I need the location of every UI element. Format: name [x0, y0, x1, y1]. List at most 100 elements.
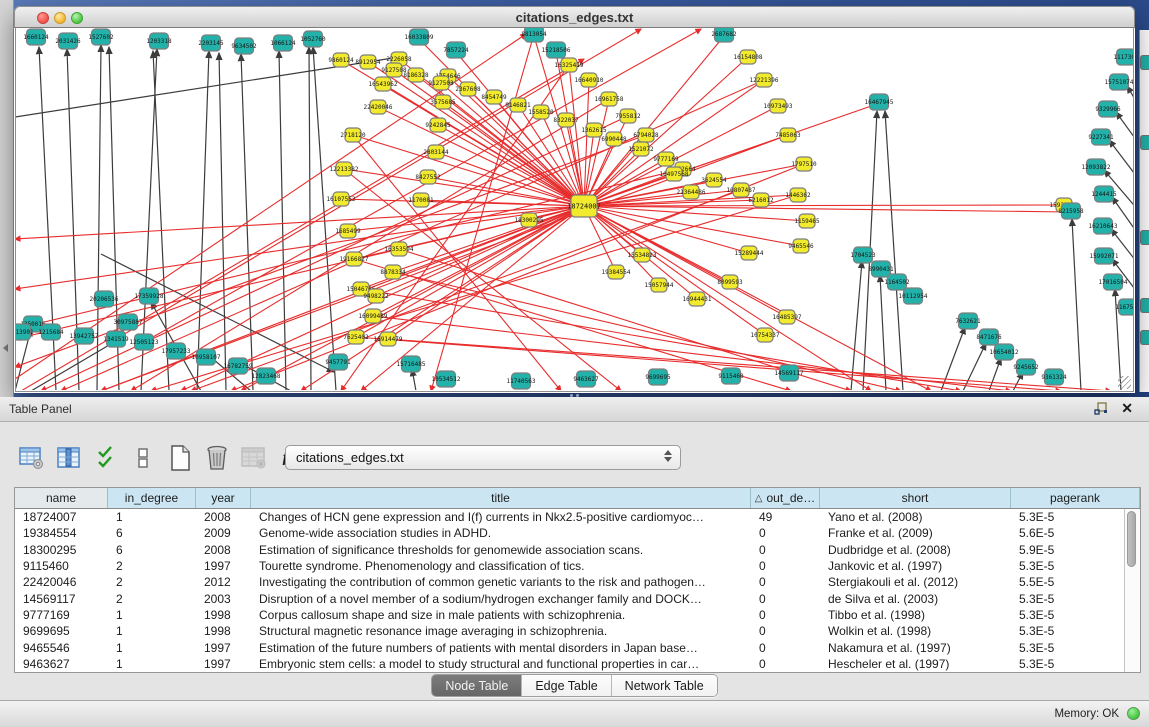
- column-header-name[interactable]: name: [15, 488, 108, 508]
- table-row[interactable]: 977716911998Corpus callosum shape and si…: [15, 607, 1124, 623]
- graph-node[interactable]: 2718120: [340, 128, 366, 142]
- graph-node[interactable]: 9463627: [573, 371, 599, 387]
- delete-rows-icon[interactable]: [203, 443, 231, 473]
- graph-node[interactable]: 9634502: [231, 38, 257, 54]
- graph-node[interactable]: 10754337: [751, 328, 780, 342]
- table-cell[interactable]: 1997: [196, 641, 251, 655]
- table-row[interactable]: 946554611997Estimation of the future num…: [15, 639, 1124, 655]
- table-cell[interactable]: 2008: [196, 510, 251, 524]
- close-panel-icon[interactable]: ✕: [1121, 400, 1133, 416]
- table-cell[interactable]: 2: [108, 559, 196, 573]
- table-cell[interactable]: 2009: [196, 526, 251, 540]
- graph-node[interactable]: 16467945: [865, 94, 894, 110]
- graph-node[interactable]: 1341519: [103, 331, 129, 347]
- graph-node[interactable]: 2803144: [423, 145, 449, 159]
- table-cell[interactable]: de Silva et al. (2003): [820, 592, 1011, 606]
- table-cell[interactable]: 9465546: [15, 641, 108, 655]
- graph-node[interactable]: 9699695: [645, 369, 671, 385]
- scrollbar-thumb[interactable]: [1127, 511, 1136, 567]
- table-cell[interactable]: Nakamura et al. (1997): [820, 641, 1011, 655]
- graph-node[interactable]: 7632621: [955, 313, 981, 329]
- table-cell[interactable]: Changes of HCN gene expression and I(f) …: [251, 510, 751, 524]
- graph-node[interactable]: 9245652: [1013, 359, 1039, 375]
- tab-network-table[interactable]: Network Table: [612, 675, 717, 696]
- table-row[interactable]: 1456911722003Disruption of a novel membe…: [15, 590, 1124, 606]
- table-cell[interactable]: Hescheler et al. (1997): [820, 657, 1011, 671]
- column-header-title[interactable]: title: [251, 488, 751, 508]
- graph-node[interactable]: 13942757: [70, 328, 99, 344]
- graph-node[interactable]: 1167531: [1115, 299, 1133, 315]
- table-cell[interactable]: Jankovic et al. (1997): [820, 559, 1011, 573]
- graph-node[interactable]: 15289444: [735, 246, 764, 260]
- graph-node[interactable]: 8427552: [415, 170, 441, 184]
- table-row[interactable]: 1830029562008Estimation of significance …: [15, 542, 1124, 558]
- table-cell[interactable]: 6: [108, 543, 196, 557]
- graph-node[interactable]: 1521072: [628, 142, 654, 156]
- graph-node[interactable]: 1704523: [850, 247, 876, 263]
- column-header-short[interactable]: short: [820, 488, 1011, 508]
- table-cell[interactable]: 5.5E-5: [1011, 575, 1124, 589]
- table-settings-icon[interactable]: [18, 443, 46, 473]
- graph-node[interactable]: 1170081: [408, 193, 434, 207]
- table-cell[interactable]: 5.3E-5: [1011, 592, 1124, 606]
- network-graph[interactable]: 9860124891295422260589127508818632817546…: [16, 28, 1133, 390]
- table-cell[interactable]: 0: [751, 526, 820, 540]
- table-row[interactable]: 1872400712008Changes of HCN gene express…: [15, 509, 1124, 525]
- table-cell[interactable]: 2008: [196, 543, 251, 557]
- table-selector-dropdown[interactable]: citations_edges.txt: [285, 445, 681, 470]
- graph-node[interactable]: 10654012: [990, 344, 1019, 360]
- graph-node[interactable]: 7485063: [775, 128, 801, 142]
- table-cell[interactable]: 22420046: [15, 575, 108, 589]
- graph-node[interactable]: 9227341: [1088, 129, 1114, 145]
- graph-node[interactable]: 6216012: [748, 193, 774, 207]
- graph-node[interactable]: 1446362: [785, 188, 811, 202]
- table-cell[interactable]: 0: [751, 657, 820, 671]
- table-cell[interactable]: 1998: [196, 624, 251, 638]
- table-row[interactable]: 911546021997Tourette syndrome. Phenomeno…: [15, 558, 1124, 574]
- graph-node[interactable]: 7857224: [443, 42, 469, 58]
- graph-node[interactable]: 1244415: [1091, 186, 1117, 202]
- graph-node[interactable]: 8454749: [481, 90, 507, 104]
- graph-node[interactable]: 1052760: [300, 31, 326, 47]
- table-cell[interactable]: 18300295: [15, 543, 108, 557]
- tab-edge-table[interactable]: Edge Table: [522, 675, 611, 696]
- graph-node[interactable]: 3575685: [430, 95, 456, 109]
- graph-node[interactable]: 6794028: [633, 128, 659, 142]
- graph-node[interactable]: 9146821: [505, 98, 531, 112]
- graph-node[interactable]: 8813054: [521, 28, 547, 42]
- graph-node[interactable]: 16033809: [405, 29, 434, 45]
- graph-node[interactable]: 9115460: [718, 368, 744, 384]
- table-cell[interactable]: Tibbo et al. (1998): [820, 608, 1011, 622]
- graph-node[interactable]: 8215958: [1058, 203, 1084, 219]
- graph-node[interactable]: 1066124: [270, 35, 296, 51]
- table-cell[interactable]: 5.3E-5: [1011, 624, 1124, 638]
- graph-node[interactable]: 15751074: [1105, 74, 1133, 90]
- table-cell[interactable]: 0: [751, 641, 820, 655]
- graph-node[interactable]: 8912954: [355, 55, 381, 69]
- column-header-out-degree[interactable]: △out_de…: [751, 488, 820, 508]
- graph-node[interactable]: 1203318: [146, 33, 172, 49]
- table-cell[interactable]: 2012: [196, 575, 251, 589]
- table-cell[interactable]: Estimation of significance thresholds fo…: [251, 543, 751, 557]
- network-window-titlebar[interactable]: citations_edges.txt: [14, 6, 1135, 28]
- graph-node[interactable]: 2687682: [711, 28, 737, 42]
- column-header-in-degree[interactable]: in_degree: [108, 488, 196, 508]
- graph-node[interactable]: 9361324: [1041, 369, 1067, 385]
- resize-grip-icon[interactable]: [1118, 376, 1131, 389]
- table-cell[interactable]: 1: [108, 641, 196, 655]
- graph-node[interactable]: 1797510: [791, 157, 817, 171]
- table-cell[interactable]: Estimation of the future numbers of pati…: [251, 641, 751, 655]
- table-cell[interactable]: 5.3E-5: [1011, 641, 1124, 655]
- graph-node[interactable]: 30975887: [114, 314, 143, 330]
- table-cell[interactable]: 0: [751, 543, 820, 557]
- graph-node[interactable]: 20206536: [90, 291, 119, 307]
- table-cell[interactable]: 5.3E-5: [1011, 559, 1124, 573]
- graph-node[interactable]: 19166827: [340, 252, 369, 266]
- table-cell[interactable]: 5.9E-5: [1011, 543, 1124, 557]
- select-all-icon[interactable]: [92, 443, 120, 473]
- table-cell[interactable]: 1997: [196, 559, 251, 573]
- graph-node[interactable]: 9465546: [788, 239, 814, 253]
- table-cell[interactable]: 1997: [196, 657, 251, 671]
- graph-node[interactable]: 1117305: [1113, 49, 1133, 65]
- graph-node[interactable]: 15218506: [542, 42, 571, 58]
